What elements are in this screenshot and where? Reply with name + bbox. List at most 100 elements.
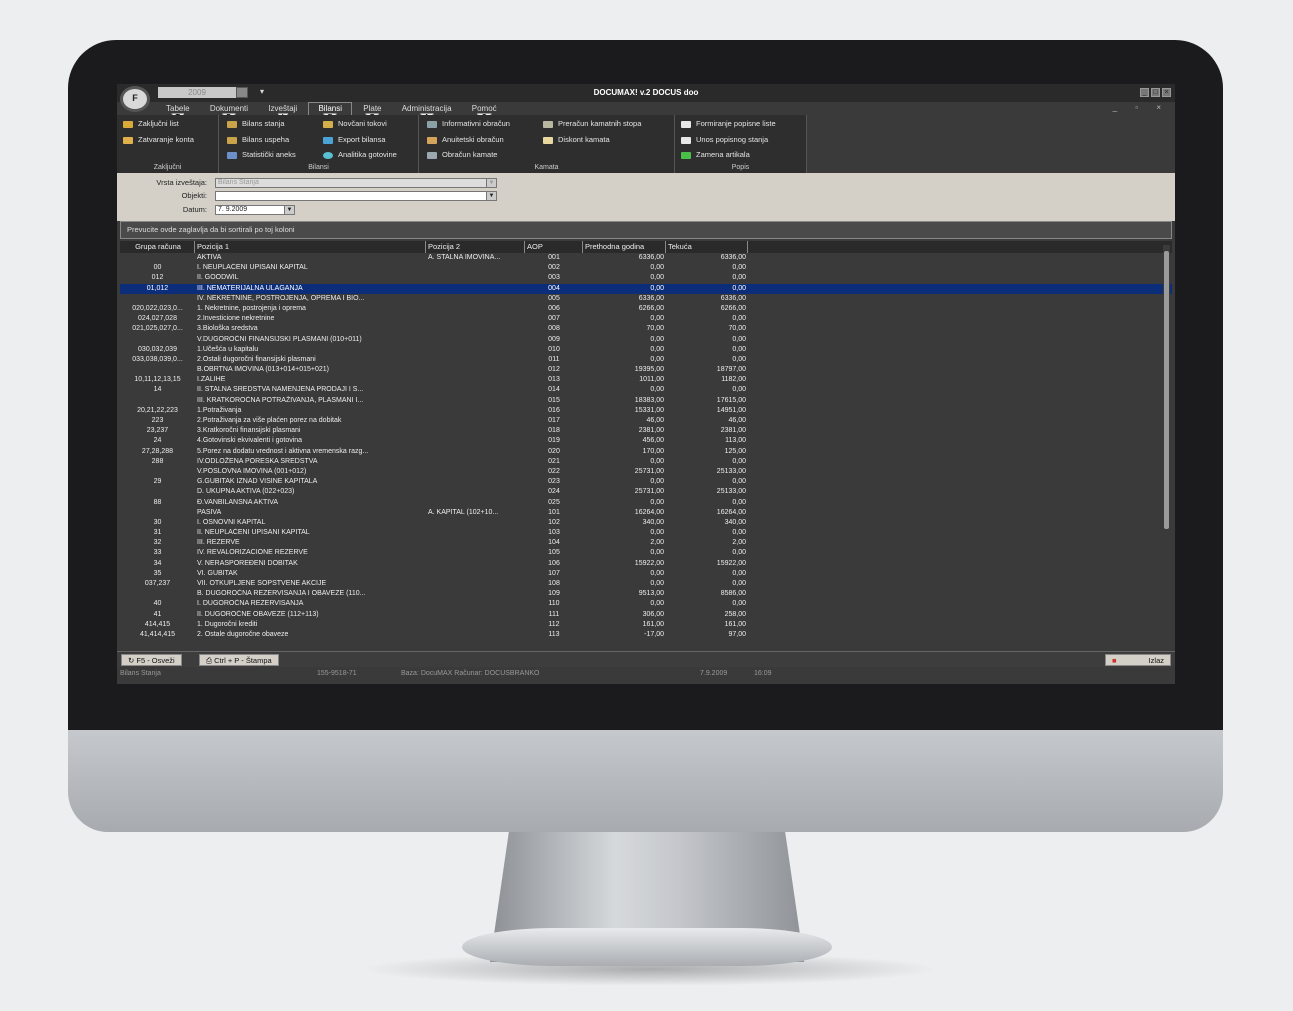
tab-izvestaji[interactable]: IzveštajiI — [259, 103, 306, 123]
footer-toolbar: ↻ F5 - Osveži ⎙ Ctrl + P - Štampa ■ Izlaz — [117, 651, 1175, 667]
column-header-prethodna[interactable]: Prethodna godina — [583, 241, 666, 253]
cell-aop: 006 — [548, 304, 560, 312]
novcani-tokovi-button[interactable]: Novčani tokovi — [323, 119, 387, 128]
minimize-icon[interactable]: _ — [1140, 88, 1149, 97]
mdi-controls[interactable]: _ ▫ × — [1113, 103, 1169, 112]
bilans-stanja-button[interactable]: Bilans stanja — [227, 119, 285, 128]
bilans-uspeha-button[interactable]: Bilans uspeha — [227, 135, 289, 144]
table-row[interactable]: 033,038,039,0... 2.Ostali dugoročni finan… — [120, 355, 1172, 365]
zatvaranje-konta-button[interactable]: Zatvaranje konta — [123, 135, 194, 144]
cell-prethodna: 6336,00 — [638, 294, 664, 302]
ribbon-group-label: Zaključni — [153, 164, 182, 171]
datum-field[interactable]: 7. 9.2009 ▼ — [215, 205, 295, 215]
cell-pozicija2 — [426, 294, 525, 304]
coins-icon — [427, 136, 437, 144]
table-row[interactable]: 14 II. STALNA SREDSTVA NAMENJENA PRODAJI … — [120, 385, 1172, 395]
column-header-pozicija2[interactable]: Pozicija 2 — [426, 241, 525, 253]
table-row[interactable]: 288 IV.ODLOŽENA PORESKA SREDSTVA 021 0,00 0,… — [120, 457, 1172, 467]
table-row[interactable]: AKTIVA A. STALNA IMOVINA... 001 6336,00 6336… — [120, 253, 1172, 263]
tab-tabele[interactable]: TabeleT — [157, 103, 199, 123]
table-row[interactable]: IV. NEKRETNINE, POSTROJENJA, OPREMA I BI… — [120, 294, 1172, 304]
obracun-kamate-button[interactable]: Obračun kamate — [427, 150, 497, 159]
table-row[interactable]: 33 IV. REVALORIZACIONE REZERVE 105 0,00 0,00 — [120, 548, 1172, 558]
table-row[interactable]: 88 Đ.VANBILANSNA AKTIVA 025 0,00 0,00 — [120, 498, 1172, 508]
table-row[interactable]: V.POSLOVNA IMOVINA (001+012) 022 25731,00 2… — [120, 467, 1172, 477]
formiranje-popisne-liste-button[interactable]: Formiranje popisne liste — [681, 119, 776, 128]
maximize-icon[interactable]: □ — [1151, 88, 1160, 97]
objekti-select[interactable]: ▼ — [215, 191, 497, 201]
cell-prethodna: 0,00 — [650, 580, 664, 587]
table-row[interactable]: 030,032,039 1.Učešća u kapitalu 010 0,00 0,0… — [120, 345, 1172, 355]
cell-grupa: 00 — [153, 264, 162, 272]
column-header-aop[interactable]: AOP — [525, 241, 583, 253]
column-header-tekuca[interactable]: Tekuća — [666, 241, 748, 253]
tab-pomoc[interactable]: PomoćO — [463, 103, 506, 123]
zamena-artikala-button[interactable]: Zamena artikala — [681, 150, 750, 159]
table-row[interactable]: 23,237 3.Kratkoročni finansijski plasmani… — [120, 426, 1172, 436]
table-row[interactable]: 20,21,22,223 1.Potraživanja 016 15331,00 149… — [120, 406, 1172, 416]
table-row[interactable]: 414,415 1. Dugoročni krediti 112 161,00 161,… — [120, 620, 1172, 630]
table-row[interactable]: D. UKUPNA AKTIVA (022+023) 024 25731,00 251… — [120, 487, 1172, 497]
table-row[interactable]: 31 II. NEUPLAĆENI UPISANI KAPITAL 103 0,00 0… — [120, 528, 1172, 538]
table-row[interactable]: 41,414,415 2. Ostale dugoročne obaveze 113… — [120, 630, 1172, 640]
cell-pozicija1: III. REZERVE — [197, 539, 240, 547]
close-icon[interactable]: × — [1162, 88, 1171, 97]
cell-pozicija2 — [426, 620, 525, 630]
tab-bilansi[interactable]: BilansiB — [308, 102, 353, 123]
group-by-panel[interactable]: Prevucite ovde zaglavlja da bi sortirali… — [120, 221, 1172, 239]
table-row[interactable]: V.DUGOROČNI FINANSIJSKI PLASMANI (010+01… — [120, 335, 1172, 345]
table-row[interactable]: PASIVA A. KAPITAL (102+10... 101 16264,00 16… — [120, 508, 1172, 518]
cell-prethodna: 161,00 — [642, 620, 664, 628]
chevron-down-icon[interactable]: ▼ — [486, 192, 496, 200]
table-row[interactable]: 10,11,12,13,15 I.ZALIHE 013 1011,00 1182,00 — [120, 375, 1172, 385]
cell-tekuca: 0,00 — [732, 355, 746, 363]
table-row[interactable]: 34 V. NERASPOREĐENI DOBITAK 106 15922,00 159… — [120, 559, 1172, 569]
table-row[interactable]: 223 2.Potraživanja za više plaćen porez n… — [120, 416, 1172, 426]
exit-button[interactable]: ■ Izlaz — [1105, 654, 1171, 666]
unos-popisnog-stanja-button[interactable]: Unos popisnog stanja — [681, 135, 768, 144]
export-bilansa-button[interactable]: Export bilansa — [323, 135, 386, 144]
anuitetski-obracun-button[interactable]: Anuitetski obračun — [427, 135, 504, 144]
table-row[interactable]: 29 G.GUBITAK IZNAD VISINE KAPITALA 023 0,00… — [120, 477, 1172, 487]
informativni-obracun-button[interactable]: Informativni obračun — [427, 119, 510, 128]
table-row[interactable]: 024,027,028 2.Investicione nekretnine 007 0… — [120, 314, 1172, 324]
column-header-pozicija1[interactable]: Pozicija 1 — [195, 241, 426, 253]
zakljucni-list-button[interactable]: Zaključni list — [123, 119, 179, 128]
table-row[interactable]: 012 II. GOODWIL 003 0,00 0,00 — [120, 273, 1172, 283]
vertical-scrollbar[interactable] — [1163, 245, 1170, 649]
cell-prethodna: 0,00 — [650, 600, 664, 608]
cell-pozicija2 — [426, 518, 525, 528]
table-row[interactable]: 27,28,288 5.Porez na dodatu vrednost i ak… — [120, 447, 1172, 457]
table-row[interactable]: 30 I. OSNOVNI KAPITAL 102 340,00 340,00 — [120, 518, 1172, 528]
statisticki-aneks-button[interactable]: Statistički aneks — [227, 150, 296, 159]
table-row[interactable]: 020,022,023,0... 1. Nekretnine, postrojen… — [120, 304, 1172, 314]
table-row[interactable]: 40 I. DUGOROČNA REZERVISANJA 110 0,00 0,00 — [120, 599, 1172, 609]
table-row[interactable]: 00 I. NEUPLAĆENI UPISANI KAPITAL 002 0,00 0,… — [120, 263, 1172, 273]
chevron-down-icon[interactable]: ▼ — [284, 206, 294, 214]
table-row[interactable]: III. KRATKOROČNA POTRAŽIVANJA, PLASMANI … — [120, 396, 1172, 406]
tab-administracija[interactable]: AdministracijaA — [393, 103, 461, 123]
table-row[interactable]: 35 VI. GUBITAK 107 0,00 0,00 — [120, 569, 1172, 579]
tab-plate[interactable]: PlateP — [354, 103, 390, 123]
analitika-gotovine-button[interactable]: Analitika gotovine — [323, 150, 397, 159]
table-row[interactable]: 01,012 III. NEMATERIJALNA ULAGANJA 004 0,00… — [120, 283, 1172, 294]
cell-aop: 014 — [548, 386, 560, 394]
cell-pozicija2 — [426, 436, 525, 446]
column-header-grupa[interactable]: Grupa računa — [120, 241, 195, 253]
table-row[interactable]: 32 III. REZERVE 104 2,00 2,00 — [120, 538, 1172, 548]
table-row[interactable]: B.OBRTNA IMOVINA (013+014+015+021) 012 193… — [120, 365, 1172, 375]
vrsta-izvestaja-select[interactable]: Bilans Stanja ▼ — [215, 178, 497, 188]
table-row[interactable]: B. DUGOROČNA REZERVISANJA I OBAVEZE (110… — [120, 589, 1172, 599]
scroll-thumb[interactable] — [1164, 251, 1169, 529]
table-row[interactable]: 021,025,027,0... 3.Biološka sredstva 008 70… — [120, 324, 1172, 334]
table-row[interactable]: 24 4.Gotovinski ekvivalenti i gotovina 019… — [120, 436, 1172, 446]
refresh-button[interactable]: ↻ F5 - Osveži — [121, 654, 182, 666]
table-row[interactable]: 41 II. DUGOROČNE OBAVEZE (112+113) 111 306,… — [120, 610, 1172, 620]
diskont-kamata-button[interactable]: Diskont kamata — [543, 135, 610, 144]
chevron-down-icon[interactable]: ▼ — [486, 179, 496, 187]
tab-dokumenti[interactable]: DokumentiD — [201, 103, 257, 123]
preracun-kamatnih-stopa-button[interactable]: Preračun kamatnih stopa — [543, 119, 641, 128]
table-row[interactable]: 037,237 VII. OTKUPLJENE SOPSTVENE AKCIJE 1… — [120, 579, 1172, 589]
print-button[interactable]: ⎙ Ctrl + P - Štampa — [199, 654, 279, 666]
cell-pozicija1: V. NERASPOREĐENI DOBITAK — [197, 559, 298, 567]
